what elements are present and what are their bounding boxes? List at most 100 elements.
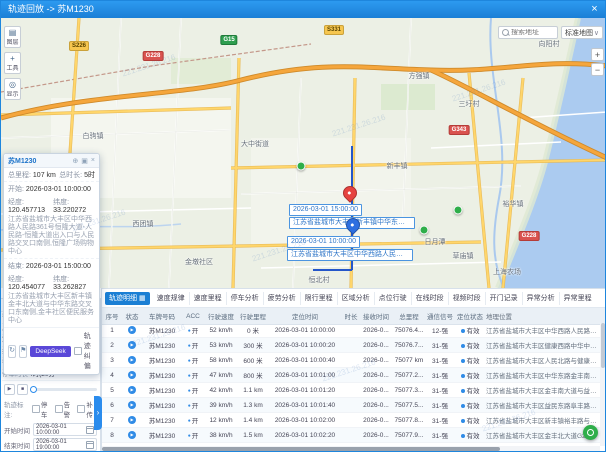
cell-speed: 58 km/h [204, 357, 238, 364]
table-row[interactable]: 3▶苏M1230●开58 km/h600 米2026-03-01 10:00:4… [102, 353, 600, 368]
pan-to-icon[interactable]: ⊕ [72, 157, 78, 165]
acc-cell: ●开 [182, 430, 204, 440]
deepseek-button[interactable]: DeepSeek [30, 346, 70, 357]
tracking-playback-window: 轨迹回放 -> 苏M1230 × [0, 0, 606, 452]
total-mileage-value: 107 km [33, 172, 56, 179]
calendar-icon [86, 441, 94, 449]
cell-address: 江苏省盐城市大丰区人民北路与健康东路交叉口东北约60米,新丰镇政府服务中心南侧 [486, 355, 600, 365]
tab-6[interactable]: 区域分析 [338, 292, 375, 305]
replay-icon-button[interactable]: ↻ [8, 345, 16, 358]
mark-checkbox-告警[interactable]: 告警 [55, 399, 75, 419]
cell-mileage: 1.3 km [238, 402, 268, 409]
map-tool-tools[interactable]: + 工具 [4, 52, 21, 74]
valid-dot-icon [461, 344, 465, 348]
road-shield: G228 [143, 51, 164, 61]
cell-odo: 75077 km [392, 357, 426, 364]
cell-odo: 75077.2... [392, 372, 426, 379]
start-time-value: 2026-03-01 10:00:00 [26, 186, 91, 193]
map-tool-display[interactable]: ◎ 显示 [4, 78, 21, 100]
cell-recv: 2026-0... [360, 432, 392, 439]
support-float-button[interactable] [583, 425, 598, 440]
zoom-out-button[interactable]: − [591, 63, 604, 76]
checkbox-icon [32, 405, 40, 413]
map-search-box[interactable] [498, 26, 558, 39]
acc-cell: ●开 [182, 355, 204, 365]
tab-10[interactable]: 开门记录 [486, 292, 523, 305]
slider-thumb[interactable] [30, 386, 37, 393]
end-time-field[interactable]: 2026-03-01 19:00:00 [33, 438, 97, 451]
table-row[interactable]: 1▶苏M1230●开52 km/h0 米2026-03-01 10:00:002… [102, 323, 600, 338]
tab-4[interactable]: 疲劳分析 [264, 292, 301, 305]
cell-plate: 苏M1230 [142, 430, 182, 440]
moving-status-icon: ▶ [122, 341, 142, 349]
cell-recv: 2026-0... [360, 327, 392, 334]
total-duration-value: 5时 [84, 172, 95, 179]
vertical-scrollbar[interactable] [600, 323, 605, 446]
cell-signal: 31-强 [426, 415, 454, 425]
table-row[interactable]: 7▶苏M1230●开12 km/h1.4 km2026-03-01 10:02:… [102, 413, 600, 428]
acc-cell: ●开 [182, 325, 204, 335]
cell-odo: 75077.3... [392, 387, 426, 394]
valid-dot-icon [461, 419, 465, 423]
road-shield: G15 [220, 35, 237, 45]
table-row[interactable]: 4▶苏M1230●开47 km/h800 米2026-03-01 10:01:0… [102, 368, 600, 383]
valid-dot-icon [461, 359, 465, 363]
tab-9[interactable]: 视频时段 [449, 292, 486, 305]
tools-icon: + [5, 54, 20, 63]
mark-checkbox-停车[interactable]: 停车 [32, 399, 52, 419]
close-icon[interactable]: × [587, 2, 602, 17]
moving-status-icon: ▶ [122, 356, 142, 364]
column-header: 接收时间 [360, 311, 392, 321]
moving-status-icon: ▶ [122, 386, 142, 394]
title-bar: 轨迹回放 -> 苏M1230 × [1, 1, 605, 18]
close-icon[interactable]: × [91, 157, 95, 164]
search-input[interactable] [511, 29, 554, 36]
tab-5[interactable]: 限行里程 [301, 292, 338, 305]
eye-icon: ◎ [5, 80, 20, 89]
tab-active-0[interactable]: 轨迹明细▦ [105, 292, 150, 305]
stop-point-marker[interactable] [297, 162, 306, 171]
stop-button[interactable]: ■ [17, 384, 28, 395]
table-row[interactable]: 5▶苏M1230●开42 km/h1.1 km2026-03-01 10:01:… [102, 383, 600, 398]
column-header: 行驶速度 [204, 311, 238, 321]
zoom-in-button[interactable]: + [591, 48, 604, 61]
tab-11[interactable]: 异常分析 [523, 292, 560, 305]
cell-no: 5 [102, 387, 122, 394]
acc-cell: ●开 [182, 385, 204, 395]
map-place-label: 草庙镇 [453, 251, 474, 261]
tab-12[interactable]: 异常里程 [560, 292, 596, 305]
play-button[interactable]: ▶ [4, 384, 15, 395]
stop-point-marker[interactable] [420, 226, 429, 235]
cell-time: 2026-03-01 10:01:20 [268, 387, 342, 394]
column-header: ACC [182, 313, 204, 320]
table-row[interactable]: 8▶苏M1230●开38 km/h1.5 km2026-03-01 10:02:… [102, 428, 600, 443]
playback-slider[interactable] [30, 388, 97, 391]
tab-1[interactable]: 速度规律 [153, 292, 190, 305]
window-icon[interactable]: ▣ [81, 157, 88, 165]
tab-7[interactable]: 点位行驶 [375, 292, 412, 305]
stop-point-marker[interactable] [454, 206, 463, 215]
horizontal-scrollbar[interactable] [102, 446, 600, 451]
cell-odo: 75076.7... [392, 342, 426, 349]
panel-collapse-handle[interactable]: › [94, 396, 102, 430]
track-correction-checkbox[interactable]: 轨迹纠偏 [74, 331, 95, 371]
column-header: 定位状态 [454, 311, 486, 321]
popup-title: 苏M1230 [8, 156, 36, 166]
scrollbar-thumb[interactable] [102, 447, 500, 451]
map-place-label: 白驹镇 [83, 131, 104, 141]
flag-icon-button[interactable]: ⚑ [19, 345, 27, 358]
map-tool-layers[interactable]: ▤ 图层 [4, 26, 21, 48]
tab-8[interactable]: 在线时段 [412, 292, 449, 305]
table-row[interactable]: 2▶苏M1230●开53 km/h300 米2026-03-01 10:00:2… [102, 338, 600, 353]
map-layer-select[interactable]: 标准地图 ∨ [561, 26, 603, 39]
chevron-down-icon: ∨ [594, 29, 599, 37]
moving-status-icon: ▶ [122, 371, 142, 379]
cell-signal: 12-强 [426, 325, 454, 335]
tab-3[interactable]: 停车分析 [227, 292, 264, 305]
cell-signal: 31-强 [426, 370, 454, 380]
table-row[interactable]: 6▶苏M1230●开39 km/h1.3 km2026-03-01 10:01:… [102, 398, 600, 413]
map-place-label: 西团镇 [133, 219, 154, 229]
scrollbar-thumb[interactable] [601, 323, 605, 368]
start-time-field[interactable]: 2026-03-01 10:00:00 [33, 423, 97, 436]
tab-2[interactable]: 速度里程 [190, 292, 227, 305]
